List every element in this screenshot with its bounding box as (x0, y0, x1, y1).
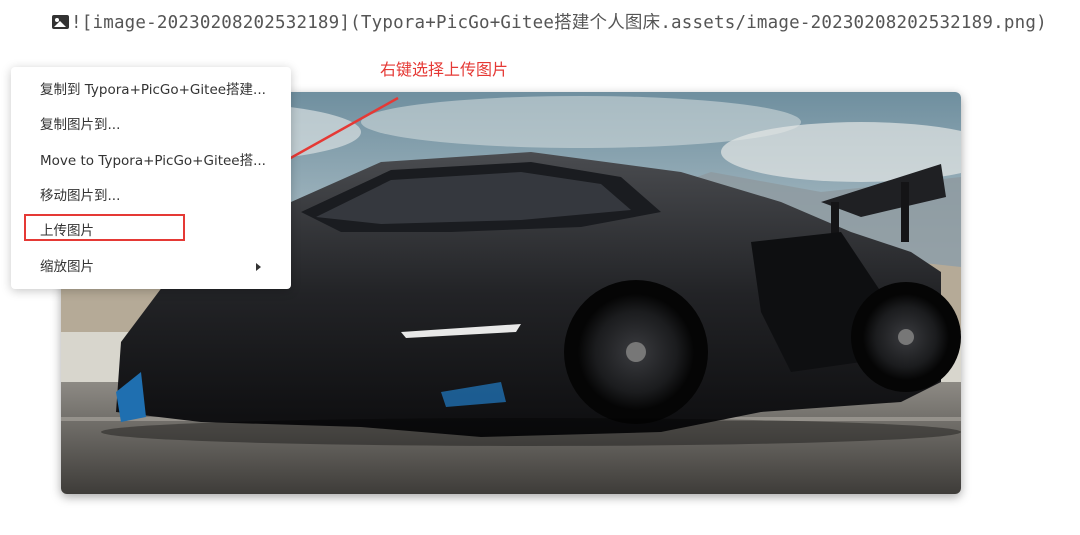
annotation-label: 右键选择上传图片 (380, 60, 509, 79)
submenu-arrow-icon (256, 263, 261, 271)
image-icon (52, 15, 69, 29)
menu-item-copy-to-folder[interactable]: 复制到 Typora+PicGo+Gitee搭建... (11, 73, 291, 107)
menu-item-copy-image-to[interactable]: 复制图片到... (11, 108, 291, 142)
menu-item-label: 缩放图片 (40, 259, 94, 275)
menu-item-label: 复制图片到... (40, 117, 121, 133)
menu-item-label: 移动图片到... (40, 188, 121, 204)
markdown-source-line[interactable]: ![image-20230208202532189](Typora+PicGo+… (52, 8, 1052, 39)
menu-item-label: Move to Typora+PicGo+Gitee搭... (40, 153, 266, 169)
menu-item-move-image-to[interactable]: 移动图片到... (11, 179, 291, 213)
context-menu: 复制到 Typora+PicGo+Gitee搭建... 复制图片到... Mov… (11, 67, 291, 289)
menu-item-zoom-image[interactable]: 缩放图片 (11, 250, 291, 284)
markdown-source-text: ![image-20230208202532189](Typora+PicGo+… (71, 13, 1047, 33)
menu-item-move-to-folder[interactable]: Move to Typora+PicGo+Gitee搭... (11, 144, 291, 178)
menu-item-label: 复制到 Typora+PicGo+Gitee搭建... (40, 82, 266, 98)
upload-highlight-box (24, 214, 185, 241)
